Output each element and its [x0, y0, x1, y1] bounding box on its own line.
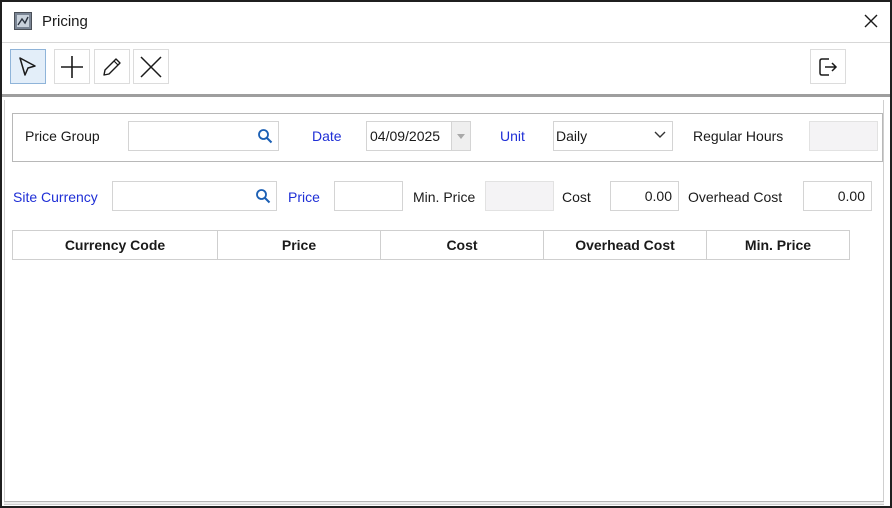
chevron-down-icon [654, 131, 666, 138]
unit-value: Daily [556, 128, 588, 144]
unit-select[interactable]: Daily [553, 121, 673, 151]
window-title: Pricing [42, 13, 88, 30]
cursor-arrow-icon [19, 56, 36, 76]
filter-group: Price Group Date 04/09/2025 Unit Daily R… [12, 113, 883, 162]
add-button[interactable] [54, 49, 90, 84]
regular-hours-field [809, 121, 878, 151]
column-header-overhead-cost[interactable]: Overhead Cost [544, 230, 707, 260]
content-area: Price Group Date 04/09/2025 Unit Daily R… [4, 100, 884, 505]
price-group-field[interactable] [128, 121, 279, 151]
price-group-label: Price Group [25, 128, 100, 144]
select-button[interactable] [10, 49, 46, 84]
close-icon [864, 14, 878, 28]
column-header-currency-code[interactable]: Currency Code [12, 230, 218, 260]
caret-down-icon [457, 133, 465, 139]
search-icon[interactable] [257, 128, 273, 144]
pricing-app-icon [14, 12, 32, 30]
overhead-cost-field[interactable]: 0.00 [803, 181, 872, 211]
edit-button[interactable] [94, 49, 130, 84]
pricing-window: Pricing Price Group Date 04/09/2025 Unit… [0, 0, 892, 508]
plus-icon [61, 55, 83, 78]
close-button[interactable] [858, 8, 884, 34]
pencil-icon [103, 57, 121, 76]
date-value: 04/09/2025 [370, 128, 441, 144]
title-bar: Pricing [2, 2, 890, 42]
regular-hours-label: Regular Hours [693, 128, 784, 144]
site-currency-label: Site Currency [13, 189, 98, 205]
pricing-table: Currency Code Price Cost Overhead Cost M… [12, 230, 883, 500]
column-header-min-price[interactable]: Min. Price [707, 230, 850, 260]
toolbar [2, 42, 890, 97]
unit-label: Unit [500, 128, 525, 144]
price-field[interactable] [334, 181, 403, 211]
exit-icon [819, 57, 838, 76]
price-label: Price [288, 189, 320, 205]
min-price-field [485, 181, 554, 211]
min-price-label: Min. Price [413, 189, 476, 205]
date-picker-button[interactable] [451, 122, 470, 150]
table-header: Currency Code Price Cost Overhead Cost M… [12, 230, 850, 260]
exit-button[interactable] [810, 49, 846, 84]
status-divider [4, 501, 884, 504]
site-currency-field[interactable] [112, 181, 277, 211]
delete-button[interactable] [133, 49, 169, 84]
column-header-price[interactable]: Price [218, 230, 381, 260]
overhead-cost-label: Overhead Cost [688, 189, 783, 205]
date-label: Date [312, 128, 342, 144]
cost-field[interactable]: 0.00 [610, 181, 679, 211]
x-icon [140, 55, 162, 78]
column-header-cost[interactable]: Cost [381, 230, 544, 260]
cost-label: Cost [562, 189, 591, 205]
search-icon[interactable] [255, 188, 271, 204]
date-field[interactable]: 04/09/2025 [366, 121, 471, 151]
